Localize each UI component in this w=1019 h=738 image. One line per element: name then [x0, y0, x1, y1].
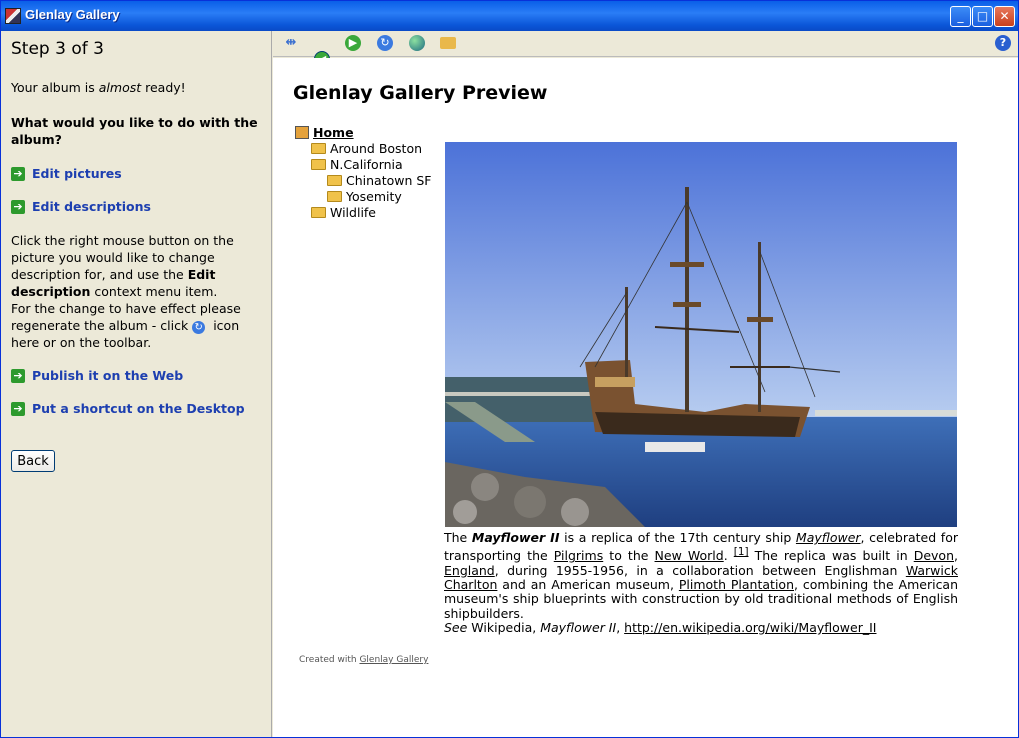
folder-icon	[327, 190, 342, 202]
refresh-icon[interactable]: ↻	[192, 321, 206, 334]
globe-icon[interactable]	[409, 35, 425, 51]
page-title: Glenlay Gallery Preview	[293, 82, 548, 104]
help-text: Click the right mouse button on the pict…	[11, 233, 241, 350]
edit-pictures-link[interactable]: ➔ Edit pictures	[11, 166, 261, 181]
folder-icon	[311, 206, 326, 218]
green-arrow-icon: ➔	[11, 199, 25, 214]
album-tree: Home Around Boston N.California Chinatow…	[295, 124, 432, 220]
open-folder-icon[interactable]	[440, 37, 456, 49]
minimize-button[interactable]: _	[950, 6, 971, 27]
link-pilgrims[interactable]: Pilgrims	[554, 548, 603, 563]
tree-item-around-boston[interactable]: Around Boston	[295, 140, 432, 156]
tree-item-chinatown-sf[interactable]: Chinatown SF	[295, 172, 432, 188]
photo-caption: The Mayflower II is a replica of the 17t…	[444, 530, 959, 635]
folder-icon	[311, 142, 326, 154]
link-mayflower[interactable]: Mayflower	[796, 530, 861, 545]
title-bar[interactable]: Glenlay Gallery _ □ ✕	[1, 1, 1018, 31]
link-new-world[interactable]: New World	[655, 548, 724, 563]
ready-text: Your album is almost ready!	[11, 80, 186, 95]
link-england[interactable]: England	[444, 563, 495, 578]
forward-icon[interactable]: ▶	[345, 35, 361, 51]
app-window: Glenlay Gallery _ □ ✕ Step 3 of 3 Your a…	[0, 0, 1019, 738]
wizard-panel: Step 3 of 3 Your album is almost ready! …	[1, 31, 272, 737]
app-icon	[5, 8, 21, 24]
question-text: What would you like to do with the album…	[11, 115, 258, 147]
tree-item-wildlife[interactable]: Wildlife	[295, 204, 432, 220]
home-icon	[295, 125, 309, 139]
link-ref-1[interactable]: [1]	[734, 546, 749, 558]
tree-item-yosemity[interactable]: Yosemity	[295, 188, 432, 204]
split-view-icon[interactable]: ⇹	[283, 35, 299, 51]
toolbar: ⇹ ◀ ▶ ↻ ?	[273, 31, 1018, 67]
tree-item-n-california[interactable]: N.California	[295, 156, 432, 172]
close-button[interactable]: ✕	[994, 6, 1015, 27]
green-arrow-icon: ➔	[11, 401, 25, 416]
help-icon[interactable]: ?	[995, 35, 1011, 51]
desktop-shortcut-link[interactable]: ➔ Put a shortcut on the Desktop	[11, 401, 261, 416]
album-photo[interactable]	[445, 142, 957, 527]
link-wikipedia-url[interactable]: http://en.wikipedia.org/wiki/Mayflower_I…	[624, 620, 876, 635]
tree-item-home[interactable]: Home	[295, 124, 432, 140]
green-arrow-icon: ➔	[11, 368, 25, 383]
window-title: Glenlay Gallery	[25, 7, 120, 22]
folder-icon	[327, 174, 342, 186]
refresh-icon[interactable]: ↻	[377, 35, 393, 51]
glenlay-gallery-link[interactable]: Glenlay Gallery	[359, 655, 428, 665]
step-indicator: Step 3 of 3	[11, 39, 104, 59]
folder-icon	[311, 158, 326, 170]
edit-descriptions-link[interactable]: ➔ Edit descriptions	[11, 199, 261, 214]
green-arrow-icon: ➔	[11, 166, 25, 181]
preview-pane: Glenlay Gallery Preview Home Around Bost…	[273, 58, 1018, 737]
link-devon[interactable]: Devon	[914, 548, 954, 563]
back-button[interactable]: Back	[11, 450, 55, 472]
publish-web-link[interactable]: ➔ Publish it on the Web	[11, 368, 261, 383]
maximize-button[interactable]: □	[972, 6, 993, 27]
link-plimoth-plantation[interactable]: Plimoth Plantation	[679, 577, 794, 592]
credit-text: Created with Glenlay Gallery	[299, 655, 429, 665]
